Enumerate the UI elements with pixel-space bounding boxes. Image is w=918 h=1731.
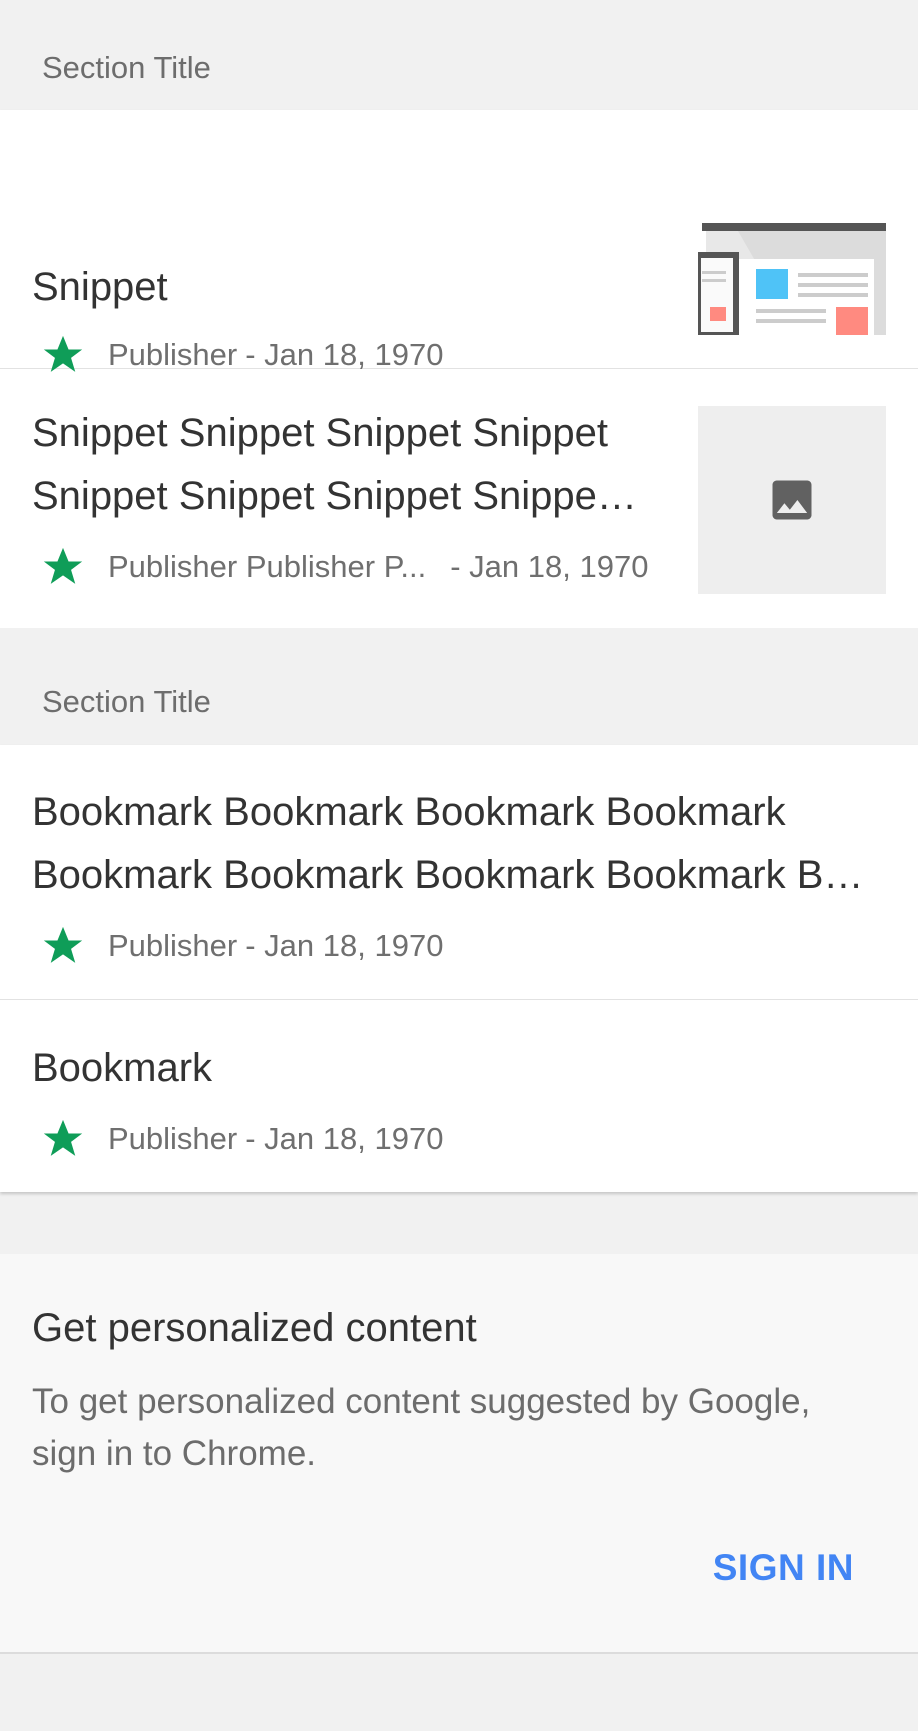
- item-date: - Jan 18, 1970: [245, 337, 444, 372]
- item-title: Bookmark: [32, 1046, 213, 1090]
- promo-title: Get personalized content: [32, 1306, 477, 1350]
- star-icon: [43, 1119, 83, 1156]
- item-meta: Publisher - Jan 18, 1970: [40, 923, 443, 969]
- item-publisher: Publisher: [108, 337, 238, 372]
- bookmark-item[interactable]: Bookmark Publisher - Jan 18, 1970: [0, 1000, 918, 1192]
- suggestion-item[interactable]: Snippet Publisher - Jan 18, 1970: [0, 110, 918, 372]
- item-title-line-1: Bookmark Bookmark Bookmark Bookmark: [32, 790, 786, 834]
- item-thumbnail-placeholder: [698, 406, 886, 594]
- item-title-line-2: Snippet Snippet Snippet Snippe…: [32, 474, 637, 518]
- star-icon: [43, 926, 83, 963]
- section-header: Section Title: [0, 628, 918, 745]
- suggestion-item[interactable]: Snippet Snippet Snippet Snippet Snippet …: [0, 369, 918, 628]
- item-publisher: Publisher Publisher P...: [108, 549, 427, 584]
- image-icon: [772, 480, 812, 520]
- item-date: - Jan 18, 1970: [245, 1121, 444, 1156]
- star-icon: [43, 547, 83, 584]
- item-title-line-2: Bookmark Bookmark Bookmark Bookmark B…: [32, 853, 864, 897]
- sign-in-promo: Get personalized content To get personal…: [0, 1254, 918, 1654]
- section-card: Bookmark Bookmark Bookmark Bookmark Book…: [0, 745, 918, 1192]
- item-publisher: Publisher: [108, 1121, 238, 1156]
- section-title: Section Title: [42, 684, 211, 719]
- sign-in-button[interactable]: SIGN IN: [713, 1547, 854, 1589]
- item-title-line-1: Snippet Snippet Snippet Snippet: [32, 411, 608, 455]
- promo-text: To get personalized content suggested by…: [32, 1382, 811, 1473]
- item-meta: Publisher - Jan 18, 1970: [40, 1116, 443, 1162]
- article-thumbnail-image: [698, 223, 886, 335]
- item-date: - Jan 18, 1970: [450, 549, 649, 584]
- item-meta: Publisher Publisher P... - Jan 18, 1970: [40, 544, 648, 590]
- item-date: - Jan 18, 1970: [245, 928, 444, 963]
- item-thumbnail: [698, 223, 886, 335]
- section-title: Section Title: [42, 50, 211, 85]
- section-card: Snippet Publisher - Jan 18, 1970 Snippet…: [0, 110, 918, 628]
- bookmark-item[interactable]: Bookmark Bookmark Bookmark Bookmark Book…: [0, 745, 918, 1000]
- section-header: Section Title: [0, 0, 918, 110]
- item-publisher: Publisher: [108, 928, 238, 963]
- item-title: Snippet: [32, 265, 168, 309]
